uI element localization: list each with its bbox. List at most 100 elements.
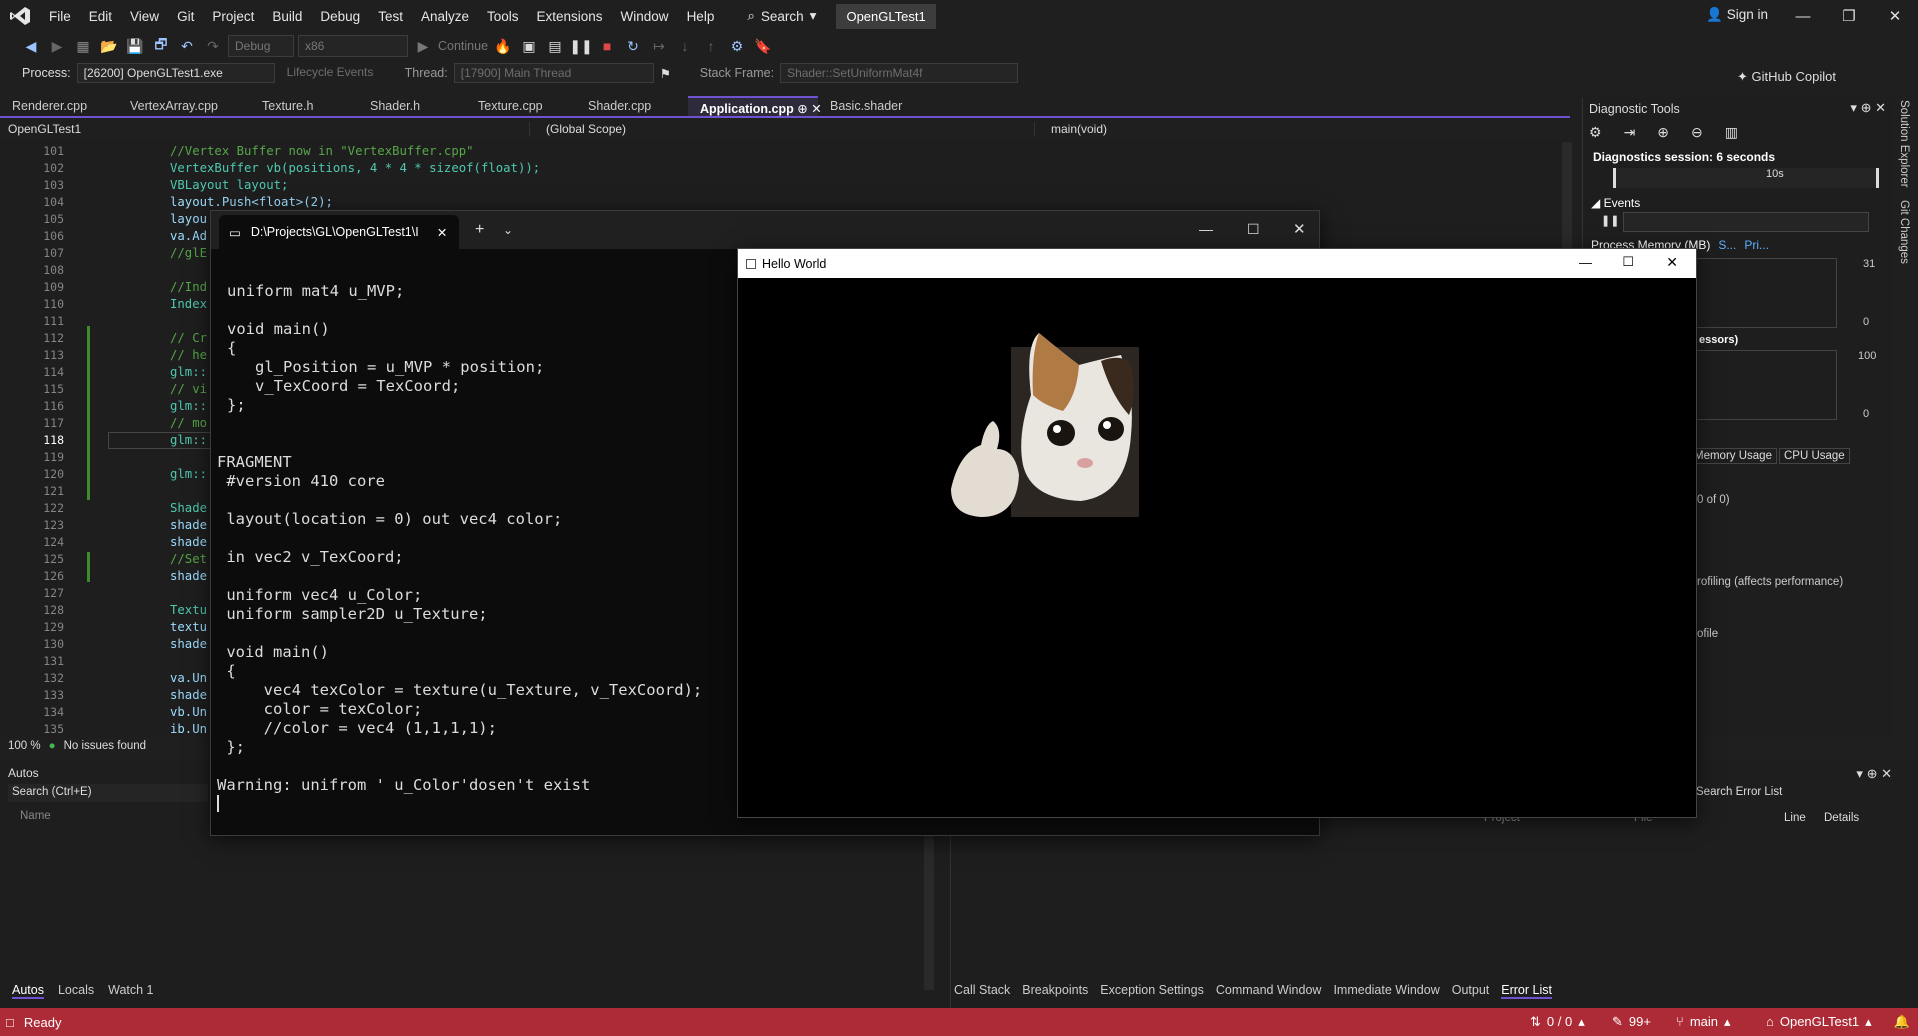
col-details[interactable]: Details [1824,812,1859,824]
menu-help[interactable]: Help [678,9,724,24]
stack-frame-dropdown[interactable]: Shader::SetUniformMat4f [780,63,1019,83]
scope-dropdown[interactable]: (Global Scope) [530,122,1035,136]
maximize-icon[interactable]: ☐ [1247,221,1260,238]
tab-immediate-window[interactable]: Immediate Window [1333,983,1439,999]
tab-texture-h[interactable]: Texture.h [250,96,358,116]
tab-output[interactable]: Output [1452,983,1490,999]
close-tab-icon[interactable]: ✕ [437,225,447,240]
hello-world-window[interactable]: Hello World — ☐ ✕ [737,248,1697,818]
zoom-dropdown[interactable]: 100 % [8,740,41,752]
function-dropdown[interactable]: main(void) [1035,122,1545,136]
sign-in-button[interactable]: 👤 Sign in [1706,7,1768,23]
diagnostics-icon[interactable]: ⚙ [726,35,748,57]
events-header[interactable]: ◢ Events [1591,196,1640,210]
minimize-button[interactable]: — [1780,0,1826,32]
undo-icon[interactable]: ↶ [176,35,198,57]
menu-project[interactable]: Project [203,9,263,24]
pin-icon[interactable]: ⊕ [1861,100,1872,115]
tab-application-cpp[interactable]: Application.cpp ⊕ ✕ [688,96,822,116]
pending-changes[interactable]: ✎ 99+ [1612,1014,1651,1030]
menu-extensions[interactable]: Extensions [528,9,612,24]
autos-search-input[interactable]: Search (Ctrl+E) [8,784,208,802]
tab-command-window[interactable]: Command Window [1216,983,1322,999]
bookmark-icon[interactable]: 🔖 [752,35,774,57]
save-all-icon[interactable]: 🗗 [150,35,172,57]
menu-view[interactable]: View [121,9,168,24]
menu-git[interactable]: Git [168,9,203,24]
project-dropdown[interactable]: OpenGLTest1 [0,122,530,136]
forward-icon[interactable]: ▶ [46,35,68,57]
back-icon[interactable]: ◀ [20,35,42,57]
error-search-input[interactable]: Search Error List [1696,786,1886,798]
pin-icon[interactable]: ⊕ [797,102,807,116]
chevron-down-icon[interactable]: ⌄ [503,223,513,237]
zoom-out-icon[interactable]: ⊖ [1691,124,1703,141]
close-icon[interactable]: ✕ [1875,100,1886,115]
continue-button[interactable]: Continue [438,39,488,53]
platform-dropdown[interactable]: x86 [298,35,408,57]
col-line[interactable]: Line [1784,812,1806,824]
browse-icon[interactable]: ▣ [518,35,540,57]
pause-icon[interactable]: ❚❚ [1601,214,1619,227]
tab-error-list[interactable]: Error List [1501,983,1552,999]
pause-icon[interactable]: ❚❚ [569,35,592,57]
tab-exception-settings[interactable]: Exception Settings [1100,983,1204,999]
restart-icon[interactable]: ↻ [622,35,644,57]
step-out-icon[interactable]: ↑ [700,35,722,57]
autos-name-column[interactable]: Name [20,810,51,822]
open-icon[interactable]: 📂 [98,35,120,57]
tab-cpu-usage[interactable]: CPU Usage [1778,448,1850,464]
solution-explorer-tab[interactable]: Solution Explorer [1898,100,1910,188]
tab-basic-shader[interactable]: Basic.shader [818,96,928,116]
source-control-status[interactable]: ⇅ 0 / 0 ▴ [1530,1014,1585,1030]
redo-icon[interactable]: ↷ [202,35,224,57]
menu-debug[interactable]: Debug [311,9,369,24]
menu-analyze[interactable]: Analyze [412,9,478,24]
new-project-icon[interactable]: ▦ [72,35,94,57]
menu-tools[interactable]: Tools [478,9,528,24]
notifications-icon[interactable]: 🔔 [1894,1014,1910,1030]
save-icon[interactable]: 💾 [124,35,146,57]
tab-memory-usage[interactable]: Memory Usage [1689,448,1777,464]
chevron-down-icon[interactable]: ▾ [1850,100,1857,115]
tab-call-stack[interactable]: Call Stack [954,983,1010,999]
new-tab-icon[interactable]: + [475,221,484,239]
tab-renderer-cpp[interactable]: Renderer.cpp [0,96,118,116]
tab-shader-h[interactable]: Shader.h [358,96,466,116]
minimize-icon[interactable]: — [1199,221,1213,237]
minimize-icon[interactable]: — [1579,255,1592,270]
stop-icon[interactable]: ■ [596,35,618,57]
tab-locals[interactable]: Locals [58,983,94,999]
lifecycle-events-button[interactable]: Lifecycle Events [281,63,399,83]
git-changes-tab[interactable]: Git Changes [1898,200,1910,264]
hot-reload-icon[interactable]: 🔥 [492,35,514,57]
chart-icon[interactable]: ▥ [1725,124,1738,141]
step-into-icon[interactable]: ↓ [674,35,696,57]
layout-icon[interactable]: ▤ [544,35,566,57]
tab-vertexarray-cpp[interactable]: VertexArray.cpp [118,96,250,116]
flag-icon[interactable]: ⚑ [660,66,694,81]
close-icon[interactable]: ✕ [1293,220,1306,238]
tab-shader-cpp[interactable]: Shader.cpp [576,96,688,116]
menu-test[interactable]: Test [369,9,412,24]
menu-file[interactable]: File [40,9,80,24]
branch-status[interactable]: ⑂ main ▴ [1676,1014,1731,1030]
timeline[interactable]: 10s [1613,168,1879,188]
close-icon[interactable]: ✕ [1666,254,1678,271]
close-button[interactable]: ✕ [1872,0,1918,32]
tab-texture-cpp[interactable]: Texture.cpp [466,96,576,116]
close-icon[interactable]: ✕ [1881,766,1892,781]
tab-autos[interactable]: Autos [12,983,44,999]
thread-dropdown[interactable]: [17900] Main Thread [453,63,654,83]
settings-icon[interactable]: ⚙ [1589,124,1602,141]
configuration-dropdown[interactable]: Debug [228,35,294,57]
menu-window[interactable]: Window [612,9,678,24]
tab-watch-1[interactable]: Watch 1 [108,983,153,999]
issues-status[interactable]: No issues found [64,740,146,752]
terminal-tab[interactable]: ▭ D:\Projects\GL\OpenGLTest1\I ✕ [219,215,459,249]
zoom-in-icon[interactable]: ⊕ [1657,124,1669,141]
maximize-icon[interactable]: ☐ [1622,254,1634,270]
search-button[interactable]: ⌕ Search ▾ [737,8,826,24]
repo-status[interactable]: ⌂ OpenGLTest1 ▴ [1766,1014,1872,1030]
profiling-option[interactable]: rofiling (affects performance) [1697,576,1843,588]
